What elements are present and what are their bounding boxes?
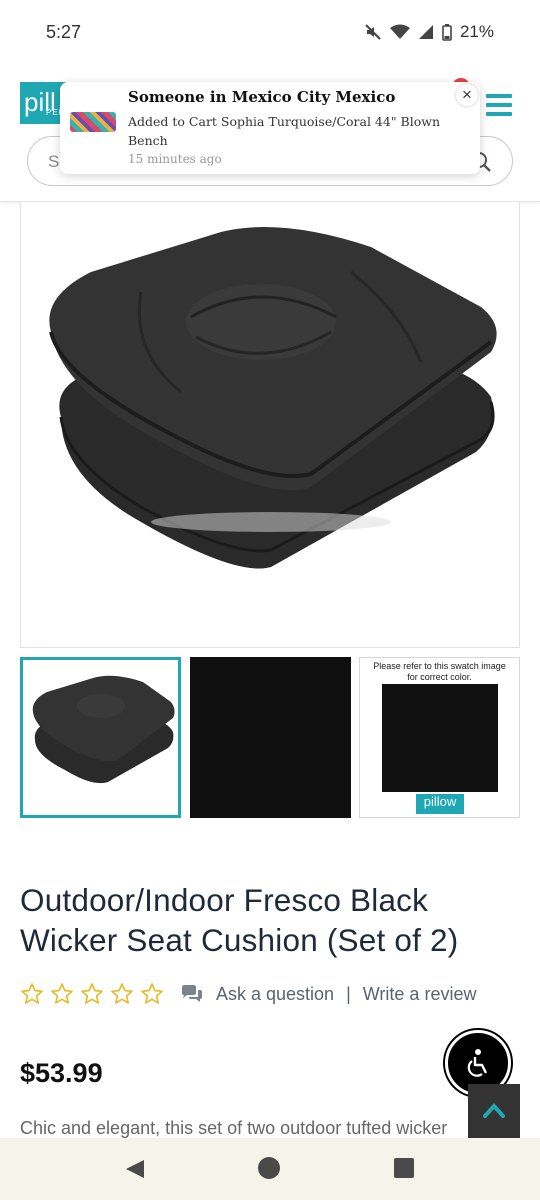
star-icon	[81, 983, 103, 1004]
star-icon	[51, 983, 73, 1004]
system-nav-bar	[0, 1138, 540, 1200]
status-time: 5:27	[46, 22, 82, 42]
mute-icon	[365, 24, 381, 40]
thumbnail-fabric-closeup[interactable]	[190, 657, 351, 818]
hamburger-menu-icon[interactable]	[486, 94, 512, 116]
link-separator: |	[346, 983, 351, 1004]
swatch-logo: pillow	[416, 794, 464, 814]
toast-time: 15 minutes ago	[128, 152, 222, 166]
rating-row: Ask a question | Write a review	[20, 978, 520, 1010]
star-rating[interactable]	[20, 982, 164, 1006]
home-icon[interactable]	[258, 1157, 280, 1179]
back-icon[interactable]	[124, 1158, 146, 1180]
star-icon	[21, 983, 43, 1004]
star-icon	[141, 983, 163, 1004]
recent-purchase-toast[interactable]: Someone in Mexico City Mexico Added to C…	[60, 82, 480, 174]
product-title: Outdoor/Indoor Fresco Black Wicker Seat …	[20, 882, 459, 958]
chat-bubbles-icon	[182, 985, 202, 1002]
ask-question-link[interactable]: Ask a question	[216, 984, 334, 1005]
battery-icon	[442, 23, 452, 41]
cushion-image	[49, 227, 497, 569]
recent-apps-icon[interactable]	[394, 1158, 414, 1178]
toast-body: Added to Cart Sophia Turquoise/Coral 44"…	[128, 114, 441, 148]
scroll-to-top-button[interactable]	[468, 1084, 520, 1138]
cushion-thumbnail-image	[32, 675, 175, 784]
write-review-link[interactable]: Write a review	[363, 984, 477, 1005]
battery-percent: 21%	[459, 22, 494, 41]
close-icon[interactable]: ×	[456, 84, 478, 106]
status-bar: 5:27 21%	[0, 0, 540, 66]
product-description: Chic and elegant, this set of two outdoo…	[20, 1118, 448, 1138]
wifi-icon	[389, 24, 410, 39]
product-price: $53.99	[20, 1058, 103, 1088]
cell-signal-icon	[418, 25, 433, 39]
swatch-note: Please refer to this swatch image for co…	[373, 661, 506, 682]
image-thumbnails: Please refer to this swatch image for co…	[20, 657, 520, 818]
status-icons: 21%	[364, 22, 494, 42]
accessibility-icon	[467, 1049, 488, 1077]
thumbnail-cushions[interactable]	[20, 657, 181, 818]
main-product-image[interactable]	[20, 202, 520, 648]
toast-title: Someone in Mexico City Mexico	[128, 88, 396, 106]
chevron-up-icon	[483, 1103, 505, 1118]
thumbnail-color-swatch[interactable]: Please refer to this swatch image for co…	[359, 657, 520, 818]
toast-product-thumbnail	[70, 112, 116, 132]
swatch-color-block	[382, 684, 498, 792]
star-icon	[111, 983, 133, 1004]
